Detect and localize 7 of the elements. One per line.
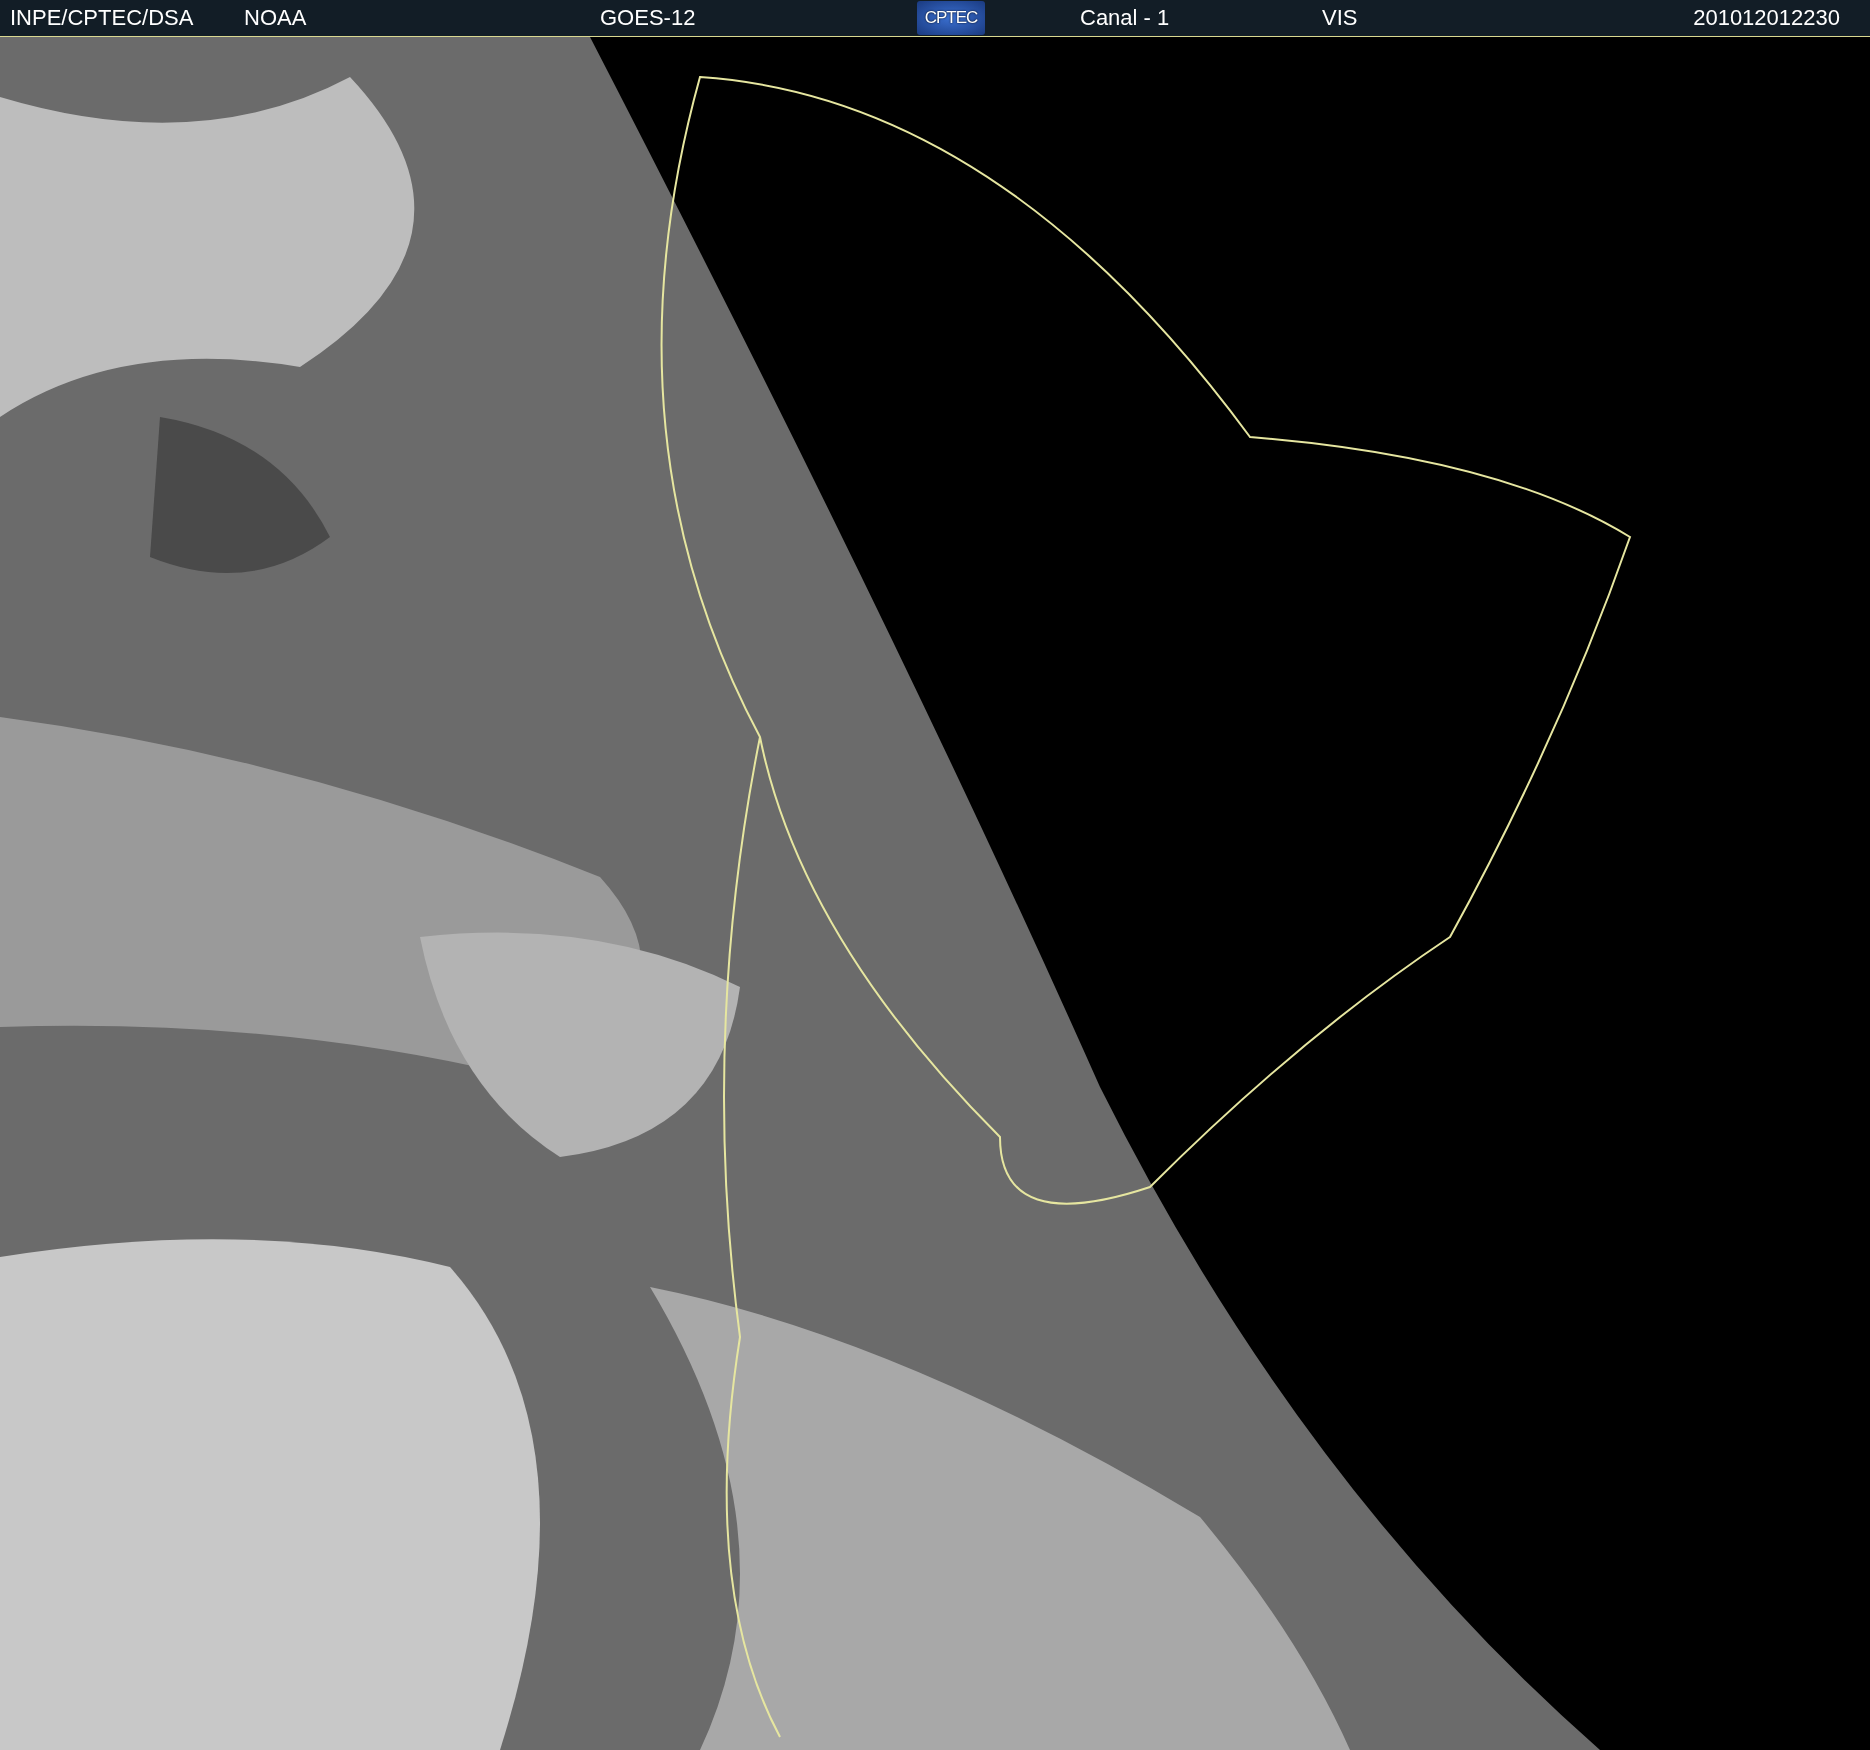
agency-label: NOAA (244, 6, 307, 30)
logo: CPTEC (917, 1, 985, 35)
channel-label: Canal - 1 (1080, 6, 1170, 30)
timestamp-label: 201012012230 (1693, 6, 1840, 30)
band-label: VIS (1322, 6, 1358, 30)
agency-label: INPE/CPTEC/DSA (10, 6, 194, 30)
satellite-label: GOES-12 (600, 6, 696, 30)
